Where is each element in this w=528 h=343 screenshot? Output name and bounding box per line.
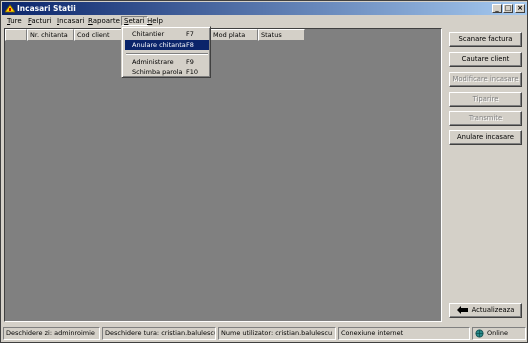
menu-item-administrare[interactable]: Administrare F9 xyxy=(125,57,209,67)
status-connection: Conexiune internet xyxy=(338,327,470,340)
refresh-button[interactable]: Actualizeaza xyxy=(449,303,522,318)
menu-separator xyxy=(126,53,208,55)
menu-item-chitantier-shortcut: F7 xyxy=(186,30,194,38)
title-bar[interactable]: Incasari Statii _ □ × xyxy=(2,2,527,15)
menu-setari[interactable]: Setari xyxy=(121,16,148,26)
status-online: Online xyxy=(472,327,526,340)
status-shift-open: Deschidere tura: cristian.balulescu xyxy=(102,327,216,340)
menu-item-chitantier[interactable]: Chitantier F7 xyxy=(125,29,209,39)
menu-incasari-label: ncasari xyxy=(59,17,85,25)
menu-item-schimba-parola[interactable]: Schimba parola F10 xyxy=(125,67,209,77)
menu-help[interactable]: Help xyxy=(145,16,165,26)
menu-item-anulare-chitanta-label: Anulare chitanta xyxy=(132,41,186,49)
menu-ture-label: ure xyxy=(10,17,22,25)
col-mod-plata[interactable]: Mod plata xyxy=(210,29,258,41)
menu-item-administrare-shortcut: F9 xyxy=(186,58,194,66)
menu-incasari[interactable]: Incasari xyxy=(55,16,86,26)
status-user: Nume utilizator: cristian.balulescu xyxy=(218,327,336,340)
scan-invoice-button[interactable]: Scanare factura xyxy=(449,32,522,47)
status-online-label: Online xyxy=(487,329,508,337)
refresh-button-label: Actualizeaza xyxy=(471,306,515,314)
menu-bar: Ture Facturi Incasari Rapoarte Setari He… xyxy=(2,15,527,27)
status-day-open: Deschidere zi: adminroimie xyxy=(3,327,100,340)
transmit-button[interactable]: Transmite xyxy=(449,111,522,126)
menu-rapoarte[interactable]: Rapoarte xyxy=(86,16,122,26)
app-icon xyxy=(5,4,15,13)
maximize-button[interactable]: □ xyxy=(503,4,513,13)
menu-setari-label: etari xyxy=(128,17,145,25)
col-status[interactable]: Status xyxy=(258,29,305,41)
print-button[interactable]: Tiparire xyxy=(449,92,522,107)
menu-item-schimba-parola-shortcut: F10 xyxy=(186,68,199,76)
menu-item-administrare-label: Administrare xyxy=(132,58,174,66)
menu-item-anulare-chitanta[interactable]: Anulare chitanta F8 xyxy=(125,40,209,50)
col-indicator[interactable] xyxy=(5,29,27,41)
receipts-grid[interactable]: Nr. chitanta Cod client Mod plata Status xyxy=(4,28,442,322)
network-icon xyxy=(475,329,484,337)
cancel-payment-button[interactable]: Anulare incasare xyxy=(449,130,522,145)
menu-item-schimba-parola-label: Schimba parola xyxy=(132,68,183,76)
menu-item-chitantier-label: Chitantier xyxy=(132,30,165,38)
menu-ture[interactable]: Ture xyxy=(5,16,24,26)
menu-facturi-label: acturi xyxy=(31,17,52,25)
col-nr-chitanta[interactable]: Nr. chitanta xyxy=(27,29,74,41)
close-button[interactable]: × xyxy=(515,4,525,13)
search-client-button[interactable]: Cautare client xyxy=(449,52,522,67)
menu-help-label: elp xyxy=(152,17,163,25)
modify-payment-button[interactable]: Modificare incasare xyxy=(449,72,522,87)
arrow-left-icon xyxy=(456,306,468,314)
main-window: Incasari Statii _ □ × Ture Facturi Incas… xyxy=(0,0,528,343)
menu-facturi[interactable]: Facturi xyxy=(26,16,54,26)
window-title: Incasari Statii xyxy=(17,4,76,13)
setari-dropdown: Chitantier F7 Anulare chitanta F8 Admini… xyxy=(121,26,211,78)
status-bar: Deschidere zi: adminroimie Deschidere tu… xyxy=(2,326,527,341)
minimize-button[interactable]: _ xyxy=(492,4,502,13)
menu-rapoarte-label: apoarte xyxy=(92,17,120,25)
col-cod-client[interactable]: Cod client xyxy=(74,29,122,41)
menu-item-anulare-chitanta-shortcut: F8 xyxy=(186,41,194,49)
